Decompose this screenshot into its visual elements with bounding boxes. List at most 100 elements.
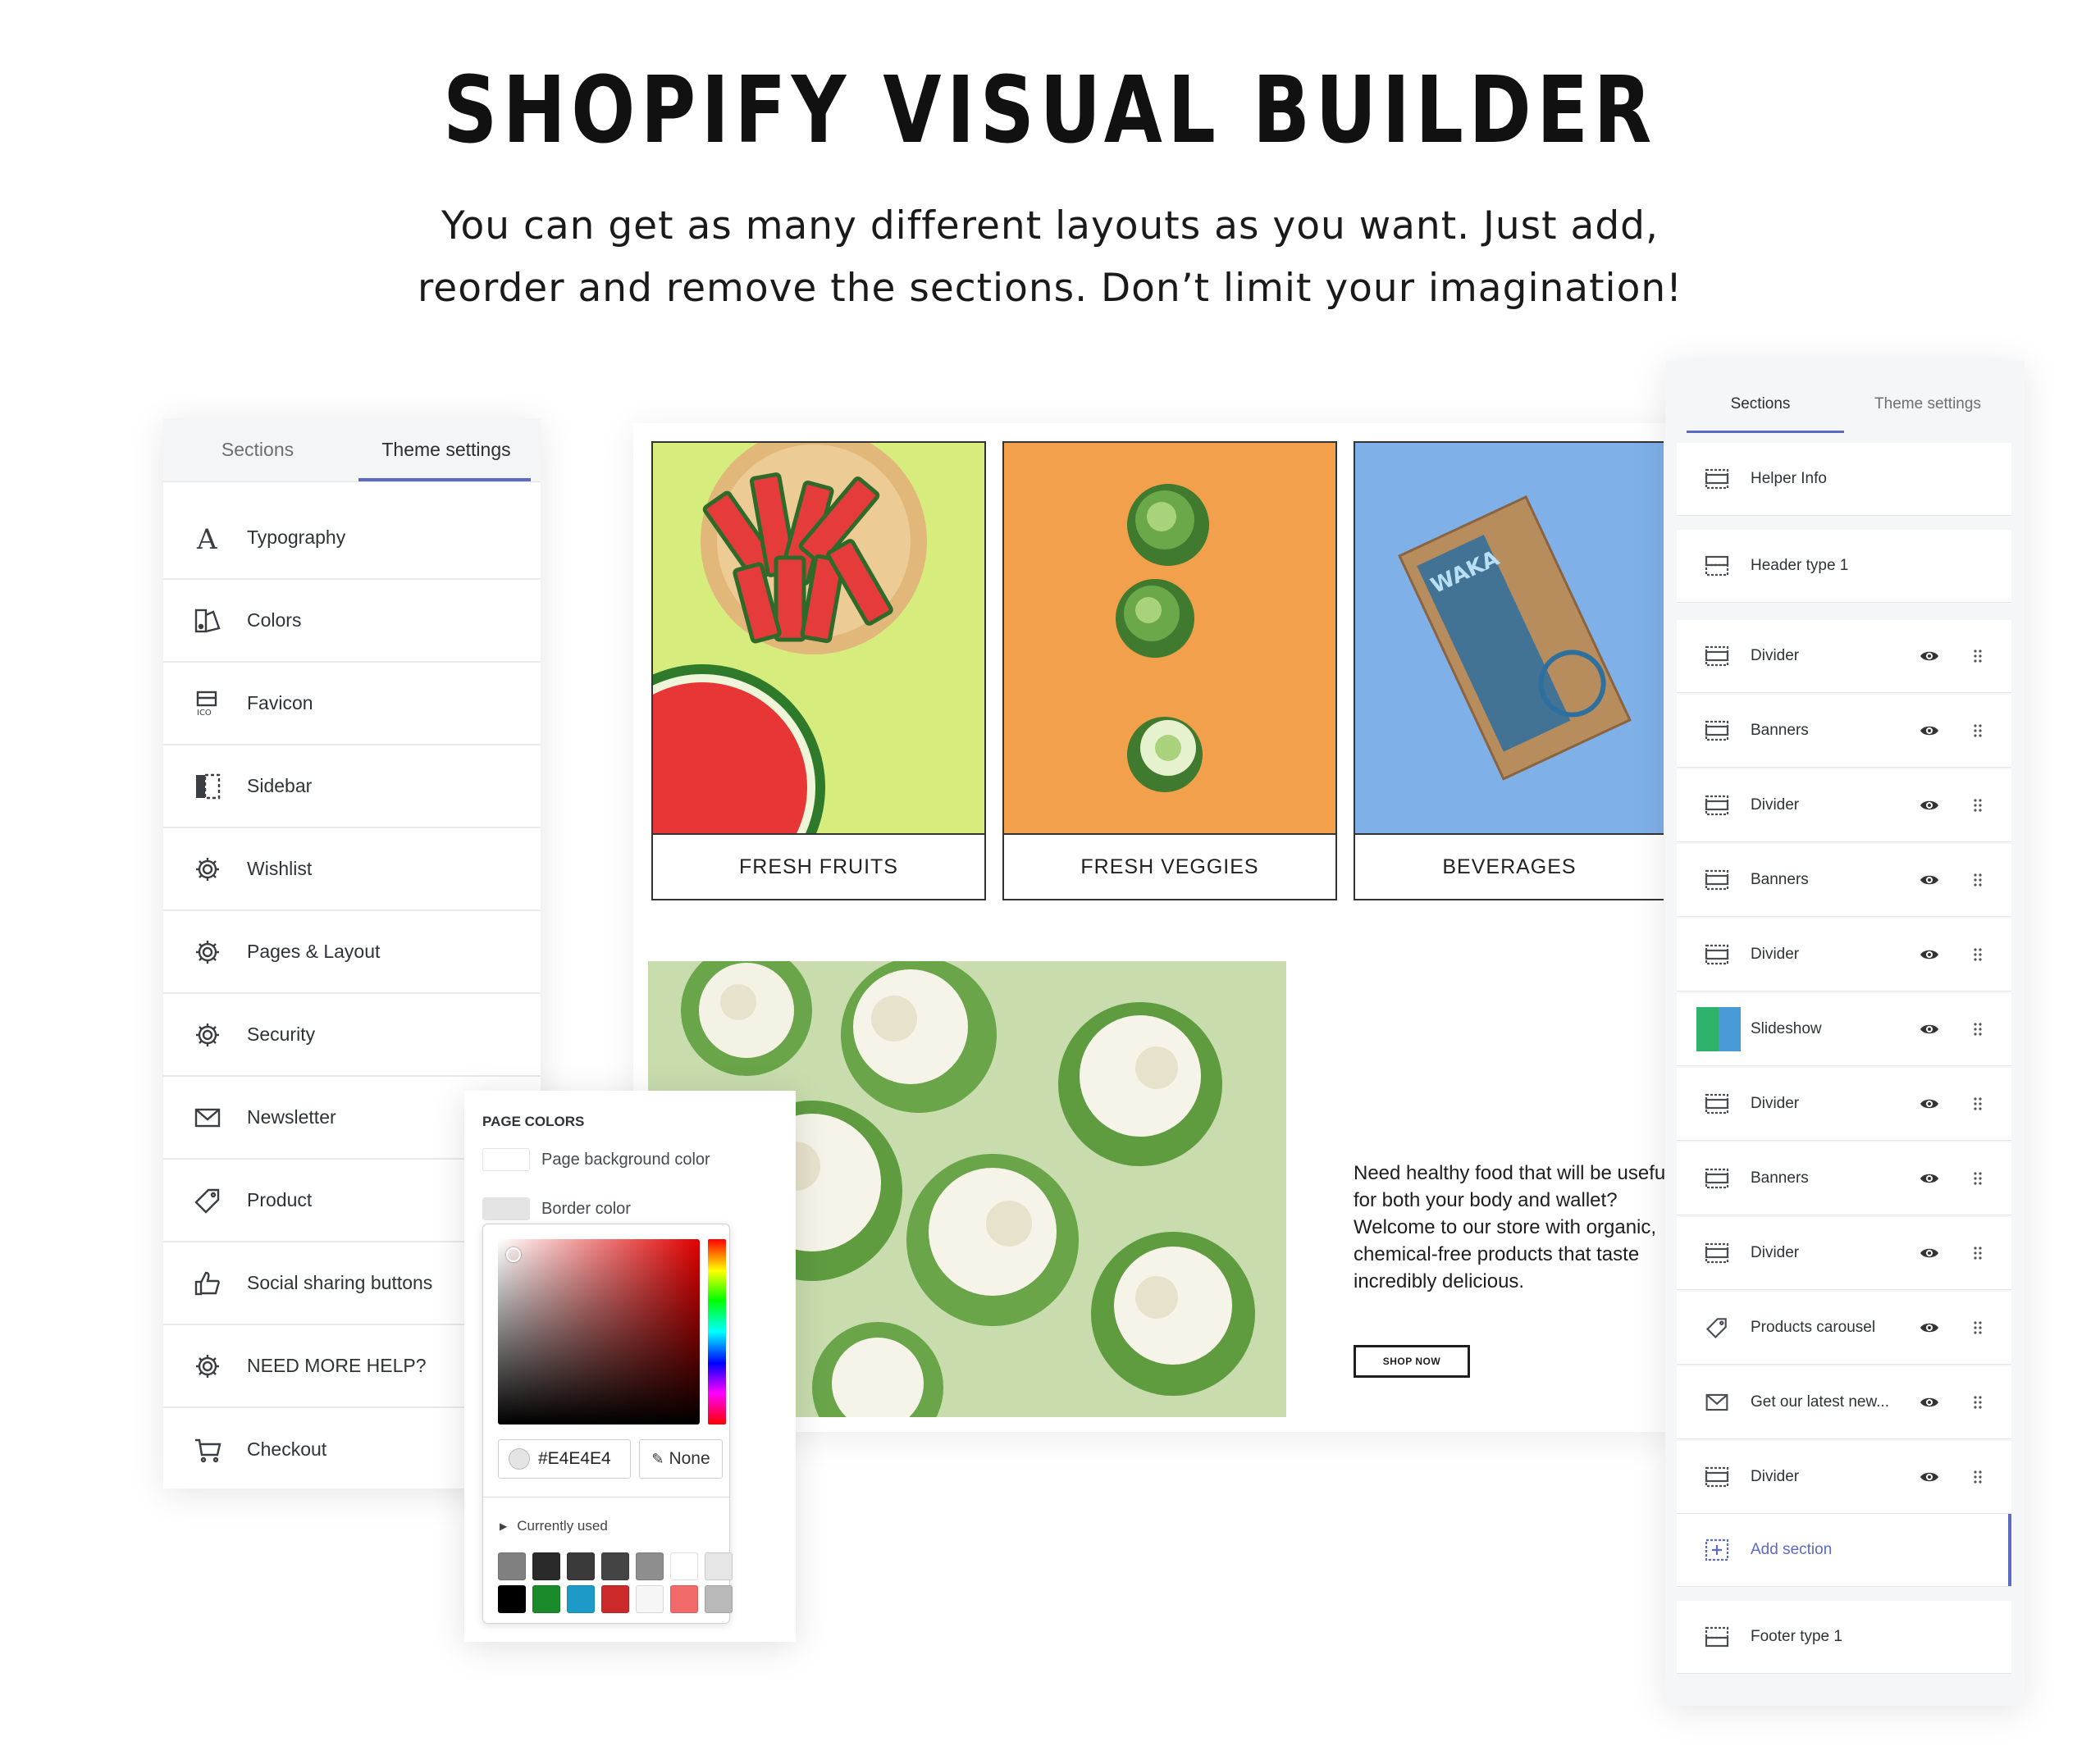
settings-item-pages-layout[interactable]: Pages & Layout <box>163 911 541 994</box>
color-swatch[interactable] <box>498 1552 526 1580</box>
saturation-handle[interactable] <box>506 1247 521 1262</box>
settings-tabs: Sections Theme settings <box>163 418 541 482</box>
drag-handle-icon[interactable] <box>1974 1396 1984 1409</box>
none-label: None <box>669 1449 710 1468</box>
hex-input[interactable]: #E4E4E4 <box>498 1439 631 1479</box>
eye-icon[interactable] <box>1920 1172 1941 1185</box>
section-item[interactable]: Divider <box>1677 769 2011 842</box>
shop-now-button[interactable]: SHOP NOW <box>1354 1345 1470 1378</box>
settings-item-typography[interactable]: A Typography <box>163 497 541 580</box>
section-icon <box>1705 1242 1729 1265</box>
section-item[interactable]: Banners <box>1677 844 2011 917</box>
drag-handle-icon[interactable] <box>1974 873 1984 887</box>
section-item[interactable]: Divider <box>1677 1441 2011 1514</box>
section-item[interactable]: Banners <box>1677 695 2011 768</box>
page-background-swatch[interactable] <box>482 1148 530 1171</box>
drag-handle-icon[interactable] <box>1974 1321 1984 1334</box>
tab-theme-settings[interactable]: Theme settings <box>1844 376 2011 433</box>
gear-icon <box>193 1352 222 1381</box>
section-item[interactable]: Products carousel <box>1677 1292 2011 1365</box>
eye-icon[interactable] <box>1920 948 1941 961</box>
tag-icon <box>193 1186 222 1215</box>
color-swatch[interactable] <box>532 1552 560 1580</box>
subtitle-line-2: reorder and remove the sections. Don’t l… <box>418 266 1682 311</box>
color-swatch[interactable] <box>705 1585 733 1613</box>
section-item-label: Divider <box>1751 1468 1800 1485</box>
color-swatch[interactable] <box>670 1585 698 1613</box>
color-swatch[interactable] <box>636 1585 664 1613</box>
color-swatch[interactable] <box>601 1585 629 1613</box>
color-swatch[interactable] <box>705 1552 733 1580</box>
border-color-swatch[interactable] <box>482 1197 530 1220</box>
section-item-label: Banners <box>1751 1169 1809 1187</box>
color-swatch[interactable] <box>498 1585 526 1613</box>
eye-icon[interactable] <box>1920 799 1941 812</box>
eye-icon[interactable] <box>1920 1321 1941 1334</box>
currently-used-toggle[interactable]: ▶ Currently used <box>500 1518 608 1534</box>
section-icon <box>1705 794 1729 817</box>
section-item[interactable]: Divider <box>1677 1217 2011 1290</box>
section-item[interactable]: Slideshow <box>1677 993 2011 1066</box>
category-card-fruits[interactable]: FRESH FRUITS <box>651 441 986 900</box>
category-card-veggies[interactable]: FRESH VEGGIES <box>1002 441 1337 900</box>
section-item[interactable]: Divider <box>1677 620 2011 693</box>
saturation-area[interactable] <box>498 1239 700 1425</box>
hue-slider[interactable] <box>708 1239 726 1425</box>
color-swatch[interactable] <box>670 1552 698 1580</box>
eye-icon[interactable] <box>1920 1023 1941 1036</box>
drag-handle-icon[interactable] <box>1974 948 1984 961</box>
page-subtitle: You can get as many different layouts as… <box>0 195 2100 320</box>
section-icon <box>1705 467 1729 490</box>
category-label: FRESH VEGGIES <box>1080 855 1259 878</box>
drag-handle-icon[interactable] <box>1974 650 1984 663</box>
current-color-dot <box>509 1448 530 1470</box>
settings-item-security[interactable]: Security <box>163 994 541 1077</box>
gear-icon <box>193 937 222 967</box>
none-button[interactable]: ✎ None <box>639 1439 723 1479</box>
section-item[interactable]: Header type 1 <box>1677 530 2011 603</box>
eye-icon[interactable] <box>1920 1097 1941 1110</box>
eye-icon[interactable] <box>1920 650 1941 663</box>
tag-icon <box>1705 1316 1729 1339</box>
border-color-row[interactable]: Border color <box>482 1197 631 1220</box>
color-swatch[interactable] <box>567 1552 595 1580</box>
section-item[interactable]: Add section <box>1677 1514 2011 1587</box>
svg-text:A: A <box>196 524 217 552</box>
section-item[interactable]: Helper Info <box>1677 443 2011 516</box>
color-swatch[interactable] <box>567 1585 595 1613</box>
section-item[interactable]: Divider <box>1677 919 2011 991</box>
tab-sections[interactable]: Sections <box>163 418 352 481</box>
drag-handle-icon[interactable] <box>1974 1470 1984 1484</box>
drag-handle-icon[interactable] <box>1974 1023 1984 1036</box>
section-item[interactable]: Get our latest new... <box>1677 1366 2011 1439</box>
settings-item-sidebar[interactable]: Sidebar <box>163 745 541 828</box>
eye-icon[interactable] <box>1920 873 1941 887</box>
color-swatch[interactable] <box>532 1585 560 1613</box>
section-item[interactable]: Banners <box>1677 1142 2011 1215</box>
eye-icon[interactable] <box>1920 1470 1941 1484</box>
drag-handle-icon[interactable] <box>1974 799 1984 812</box>
drag-handle-icon[interactable] <box>1974 1247 1984 1260</box>
section-item[interactable]: Footer type 1 <box>1677 1601 2011 1674</box>
eye-icon[interactable] <box>1920 1247 1941 1260</box>
subtitle-line-1: You can get as many different layouts as… <box>441 203 1659 248</box>
tab-theme-settings[interactable]: Theme settings <box>352 418 541 481</box>
eye-icon[interactable] <box>1920 1396 1941 1409</box>
drag-handle-icon[interactable] <box>1974 1172 1984 1185</box>
settings-item-label: Colors <box>247 609 302 631</box>
drag-handle-icon[interactable] <box>1974 724 1984 737</box>
tab-sections[interactable]: Sections <box>1677 376 1844 433</box>
eye-icon[interactable] <box>1920 724 1941 737</box>
settings-item-colors[interactable]: Colors <box>163 580 541 663</box>
category-label: FRESH FRUITS <box>739 855 898 878</box>
section-item-label: Products carousel <box>1751 1319 1876 1336</box>
drag-handle-icon[interactable] <box>1974 1097 1984 1110</box>
section-item[interactable]: Divider <box>1677 1068 2011 1141</box>
color-swatch[interactable] <box>601 1552 629 1580</box>
color-swatch[interactable] <box>636 1552 664 1580</box>
page-background-color-row[interactable]: Page background color <box>482 1148 710 1171</box>
settings-item-wishlist[interactable]: Wishlist <box>163 828 541 911</box>
settings-item-favicon[interactable]: ICO Favicon <box>163 663 541 745</box>
thumbs-up-icon <box>193 1269 222 1298</box>
category-card-beverages[interactable]: WAKA BEVERAGES <box>1354 441 1664 900</box>
